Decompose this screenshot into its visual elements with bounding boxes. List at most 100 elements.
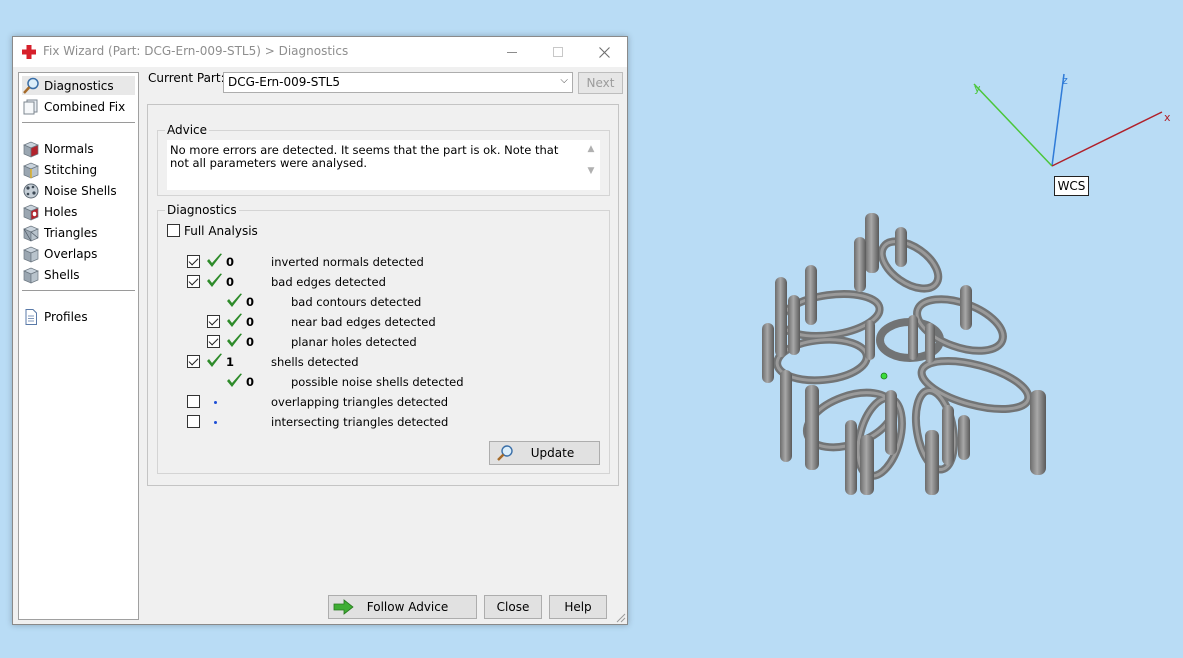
close-button-label: Close (496, 600, 530, 614)
advice-textbox[interactable]: No more errors are detected. It seems th… (167, 140, 600, 190)
diagnostic-label: bad contours detected (291, 295, 422, 309)
diagnostic-label: planar holes detected (291, 335, 417, 349)
diagnostic-checkbox[interactable] (187, 355, 200, 368)
green-check-icon (227, 313, 242, 327)
advice-scrollbar[interactable]: ▲ ▼ (584, 142, 598, 186)
current-part-dropdown[interactable]: DCG-Ern-009-STL5 ⌵ (223, 72, 573, 93)
nav-label: Combined Fix (44, 99, 126, 114)
green-check-icon (207, 253, 222, 267)
diagnostic-count: 0 (226, 275, 235, 289)
minimize-icon (507, 52, 517, 53)
green-check-icon (207, 273, 222, 287)
nav-item-profiles[interactable]: Profiles (22, 307, 135, 326)
follow-advice-button[interactable]: Follow Advice (328, 595, 477, 619)
green-check-icon (207, 353, 222, 367)
pending-dot-icon (214, 421, 217, 424)
resize-grip-icon[interactable] (616, 613, 626, 623)
minimize-button[interactable] (489, 37, 535, 67)
nav-item-holes[interactable]: Holes (22, 202, 135, 221)
maximize-button[interactable] (535, 37, 581, 67)
help-button[interactable]: Help (549, 595, 607, 619)
green-check-icon (227, 333, 242, 347)
stitching-cube-icon (23, 162, 39, 179)
nav-label: Profiles (44, 309, 88, 324)
close-button[interactable]: Close (484, 595, 542, 619)
x-axis-line (1051, 111, 1163, 167)
nav-label: Stitching (44, 162, 98, 177)
full-analysis-checkbox[interactable] (167, 224, 180, 237)
profiles-document-icon (25, 308, 37, 325)
diagnostic-checkbox[interactable] (187, 275, 200, 288)
diagnostic-label: near bad edges detected (291, 315, 436, 329)
diagnostic-label: bad edges detected (271, 275, 386, 289)
diagnostics-magnifier-icon (23, 77, 39, 94)
nav-label: Holes (44, 204, 78, 219)
overlaps-cube-icon (23, 246, 39, 263)
diagnostic-checkbox[interactable] (187, 415, 200, 428)
green-check-icon (227, 293, 242, 307)
close-window-button[interactable] (581, 37, 627, 67)
diagnostic-label: intersecting triangles detected (271, 415, 449, 429)
current-part-value: DCG-Ern-009-STL5 (228, 75, 340, 89)
diagnostic-count: 0 (246, 335, 255, 349)
title-bar[interactable]: Fix Wizard (Part: DCG-Ern-009-STL5) > Di… (13, 37, 627, 67)
diagnostic-checkbox[interactable] (207, 335, 220, 348)
advice-group: Advice No more errors are detected. It s… (157, 123, 610, 196)
diagnostics-title: Diagnostics (165, 203, 239, 217)
diagnostic-checkbox[interactable] (207, 315, 220, 328)
update-button[interactable]: Update (489, 441, 600, 465)
advice-title: Advice (165, 123, 210, 137)
nav-item-diagnostics[interactable]: Diagnostics (22, 76, 135, 95)
part-3d-model[interactable] (760, 205, 1060, 505)
z-axis-line (1051, 73, 1065, 167)
magnifier-icon (497, 445, 513, 461)
nav-item-overlaps[interactable]: Overlaps (22, 244, 135, 263)
shells-cube-icon (23, 267, 39, 284)
diagnostics-page: Advice No more errors are detected. It s… (147, 104, 619, 486)
nav-item-normals[interactable]: Normals (22, 139, 135, 158)
advice-text: No more errors are detected. It seems th… (170, 143, 559, 170)
help-button-label: Help (564, 600, 592, 614)
diagnostic-count: 0 (226, 255, 235, 269)
nav-item-stitching[interactable]: Stitching (22, 160, 135, 179)
scroll-up-icon[interactable]: ▲ (584, 142, 598, 156)
diagnostic-count: 0 (246, 315, 255, 329)
nav-divider (22, 290, 135, 291)
red-cross-app-icon (22, 45, 36, 59)
diagnostic-count: 0 (246, 375, 255, 389)
nav-label: Overlaps (44, 246, 98, 261)
current-part-label: Current Part: (148, 71, 225, 85)
triangles-cube-icon (23, 225, 39, 242)
nav-item-noise-shells[interactable]: Noise Shells (22, 181, 135, 200)
pending-dot-icon (214, 401, 217, 404)
close-icon (598, 46, 610, 58)
diagnostic-checkbox[interactable] (187, 255, 200, 268)
x-axis-label: x (1164, 111, 1171, 124)
full-analysis-label: Full Analysis (184, 224, 258, 238)
follow-advice-label: Follow Advice (366, 600, 449, 614)
normals-cube-icon (23, 141, 39, 158)
nav-divider (22, 122, 135, 123)
nav-label: Triangles (44, 225, 98, 240)
nav-item-shells[interactable]: Shells (22, 265, 135, 284)
green-check-icon (227, 373, 242, 387)
green-arrow-icon (333, 599, 354, 615)
holes-cube-icon (23, 204, 39, 221)
nav-item-triangles[interactable]: Triangles (22, 223, 135, 242)
wcs-label: WCS (1054, 176, 1089, 196)
maximize-icon (553, 47, 563, 57)
wcs-text: WCS (1057, 179, 1086, 193)
diagnostic-label: possible noise shells detected (291, 375, 464, 389)
diagnostic-checkbox[interactable] (187, 395, 200, 408)
update-button-label: Update (530, 446, 575, 460)
z-axis-label: z (1062, 74, 1068, 87)
y-axis-label: y (974, 82, 981, 95)
diagnostic-count: 0 (246, 295, 255, 309)
combined-fix-icon (23, 99, 38, 114)
next-button-label: Next (586, 76, 615, 90)
nav-label: Shells (44, 267, 80, 282)
nav-label: Normals (44, 141, 94, 156)
nav-item-combined-fix[interactable]: Combined Fix (22, 97, 135, 116)
next-button[interactable]: Next (578, 72, 623, 94)
scroll-down-icon[interactable]: ▼ (584, 164, 598, 178)
